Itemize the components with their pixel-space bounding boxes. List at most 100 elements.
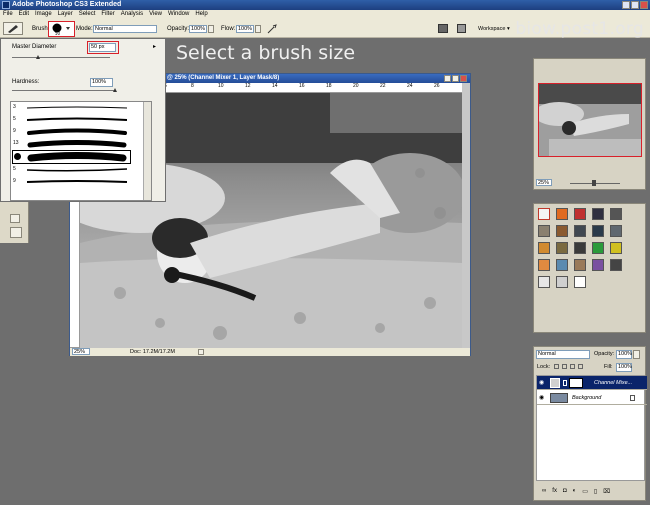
swatch-icon[interactable]	[574, 225, 586, 237]
layer-name[interactable]: Channel Mixe...	[594, 376, 632, 390]
flow-dropdown-button[interactable]	[255, 25, 261, 33]
doc-zoom-input[interactable]: 25%	[72, 348, 90, 355]
swatch-icon[interactable]	[556, 259, 568, 271]
lock-image-icon[interactable]	[562, 364, 567, 369]
opacity-dropdown-button[interactable]	[208, 25, 214, 33]
add-mask-icon[interactable]: ◘	[563, 488, 567, 498]
swatch-icon[interactable]	[538, 276, 550, 288]
lock-position-icon[interactable]	[570, 364, 575, 369]
brush-preset-row[interactable]: 3	[11, 102, 151, 114]
menu-select[interactable]: Select	[79, 10, 96, 19]
hardness-slider-thumb[interactable]	[113, 88, 117, 92]
opacity-input[interactable]: 100%	[189, 25, 207, 33]
menu-image[interactable]: Image	[35, 10, 52, 19]
flow-input[interactable]: 100%	[236, 25, 254, 33]
brush-preset-list[interactable]: 3 5 9 13 5 9	[10, 101, 152, 201]
brush-preset-row[interactable]: 9	[11, 176, 151, 188]
brush-preset-row-selected[interactable]	[12, 150, 131, 164]
delete-layer-icon[interactable]: ⌧	[603, 488, 610, 498]
master-diameter-slider[interactable]	[12, 57, 110, 58]
swatch-icon[interactable]	[610, 242, 622, 254]
new-adjustment-icon[interactable]: ◐	[573, 488, 577, 498]
tool-presets-icon[interactable]	[457, 24, 466, 33]
close-button[interactable]	[640, 1, 648, 9]
swatch-icon[interactable]	[574, 276, 586, 288]
swatch-icon[interactable]	[592, 208, 604, 220]
tool-preset-picker[interactable]	[3, 22, 23, 35]
brushes-palette-icon[interactable]	[438, 24, 448, 33]
layers-opacity-input[interactable]: 100%	[616, 350, 632, 359]
menu-analysis[interactable]: Analysis	[121, 10, 143, 19]
menu-help[interactable]: Help	[195, 10, 207, 19]
master-diameter-slider-thumb[interactable]	[36, 55, 40, 59]
lock-transparent-icon[interactable]	[554, 364, 559, 369]
photoshop-logo-icon	[2, 1, 10, 9]
screen-mode-icon[interactable]	[10, 227, 22, 238]
doc-info-menu-button[interactable]	[198, 349, 204, 355]
mode-select[interactable]: Normal	[93, 25, 157, 33]
preset-list-scrollbar[interactable]	[143, 102, 151, 200]
airbrush-toggle[interactable]	[266, 23, 278, 35]
brush-preset-row[interactable]: 5	[11, 164, 151, 176]
minimize-button[interactable]	[622, 1, 630, 9]
link-layers-icon[interactable]: ∞	[542, 488, 546, 498]
fill-input[interactable]: 100%	[616, 363, 632, 372]
visibility-eye-icon[interactable]: ◉	[539, 394, 547, 402]
layer-link-icon	[563, 380, 567, 386]
menu-edit[interactable]: Edit	[19, 10, 29, 19]
layers-opacity-dropdown[interactable]	[633, 350, 640, 359]
brush-preset-row[interactable]: 5	[11, 114, 151, 126]
doc-close-button[interactable]	[460, 75, 467, 82]
menu-window[interactable]: Window	[168, 10, 189, 19]
layer-style-icon[interactable]: fx	[552, 488, 557, 498]
preset-size: 3	[13, 104, 16, 110]
swatch-icon[interactable]	[610, 225, 622, 237]
swatch-icon[interactable]	[574, 242, 586, 254]
swatch-icon[interactable]	[556, 242, 568, 254]
new-layer-icon[interactable]: ▯	[594, 488, 597, 498]
swatch-icon[interactable]	[556, 225, 568, 237]
menu-layer[interactable]: Layer	[58, 10, 73, 19]
menu-filter[interactable]: Filter	[101, 10, 114, 19]
swatch-icon[interactable]	[592, 242, 604, 254]
master-diameter-input[interactable]: 50 px	[89, 43, 116, 52]
adjustment-layer-icon	[550, 378, 560, 388]
workspace-menu[interactable]: Workspace ▾	[478, 24, 518, 34]
brush-preset-picker[interactable]: 50	[48, 21, 75, 37]
menu-view[interactable]: View	[149, 10, 162, 19]
layer-row-background[interactable]: ◉ Background	[537, 391, 647, 405]
layer-name[interactable]: Background	[572, 391, 601, 405]
navigator-zoom-thumb[interactable]	[592, 180, 596, 186]
blend-mode-select[interactable]: Normal	[536, 350, 590, 359]
doc-maximize-button[interactable]	[452, 75, 459, 82]
swatch-icon[interactable]	[610, 259, 622, 271]
brush-preset-row[interactable]: 9	[11, 126, 151, 138]
lock-all-icon[interactable]	[578, 364, 583, 369]
maximize-button[interactable]	[631, 1, 639, 9]
swatch-icon[interactable]	[610, 208, 622, 220]
new-group-icon[interactable]: ▭	[582, 488, 588, 498]
swatch-icon[interactable]	[556, 208, 568, 220]
swatch-no-color-icon[interactable]	[538, 208, 550, 220]
brush-preset-row[interactable]: 13	[11, 138, 151, 150]
navigator-zoom-input[interactable]: 25%	[536, 179, 552, 186]
swatch-icon[interactable]	[556, 276, 568, 288]
layer-row-channel-mixer[interactable]: ◉ Channel Mixe...	[537, 376, 647, 390]
layer-mask-thumbnail[interactable]	[569, 378, 583, 388]
swatch-icon[interactable]	[592, 259, 604, 271]
swatch-icon[interactable]	[592, 225, 604, 237]
swatch-icon[interactable]	[538, 242, 550, 254]
menu-file[interactable]: File	[3, 10, 13, 19]
visibility-eye-icon[interactable]: ◉	[539, 379, 547, 387]
swatch-icon[interactable]	[574, 208, 586, 220]
picker-menu-arrow-icon[interactable]: ▸	[153, 43, 156, 50]
quick-mask-icon[interactable]	[10, 214, 20, 223]
brush-label: Brush:	[32, 26, 50, 32]
navigator-thumbnail[interactable]	[538, 83, 642, 157]
hardness-slider[interactable]	[12, 90, 115, 91]
hardness-input[interactable]: 100%	[90, 78, 113, 87]
doc-minimize-button[interactable]	[444, 75, 451, 82]
swatch-icon[interactable]	[574, 259, 586, 271]
swatch-icon[interactable]	[538, 259, 550, 271]
swatch-icon[interactable]	[538, 225, 550, 237]
